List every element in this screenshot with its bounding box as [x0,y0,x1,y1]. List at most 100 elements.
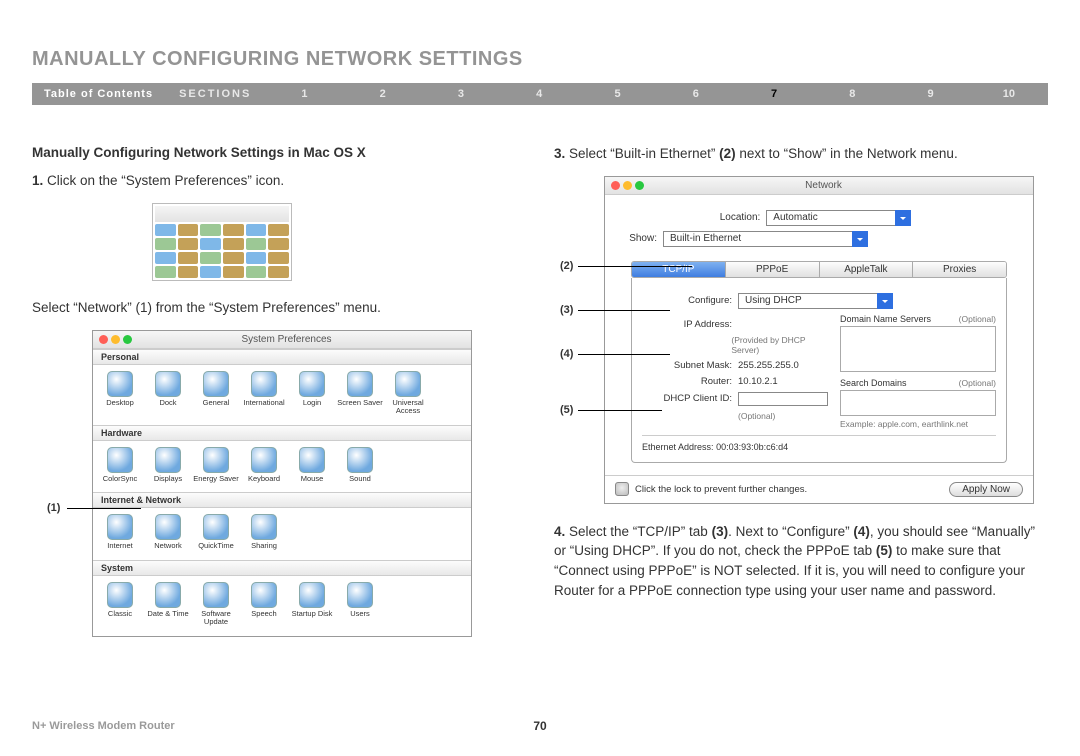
configure-select[interactable]: Using DHCP [738,293,878,309]
left-column: Manually Configuring Network Settings in… [32,145,526,637]
lock-text: Click the lock to prevent further change… [635,484,807,495]
tab-pppoe[interactable]: PPPoE [726,262,820,277]
pref-quicktime[interactable]: QuickTime [193,514,239,550]
pref-displays[interactable]: Displays [145,447,191,483]
pref-network[interactable]: Network [145,514,191,550]
pref-dock[interactable]: Dock [145,371,191,415]
section-2[interactable]: 2 [344,88,422,100]
lbl: General [203,399,230,407]
network-titlebar: Network [605,177,1033,195]
page-title: MANUALLY CONFIGURING NETWORK SETTINGS [32,48,1048,71]
lbl: Sharing [251,542,277,550]
screensaver-icon [347,371,373,397]
section-1[interactable]: 1 [265,88,343,100]
tab-proxies[interactable]: Proxies [913,262,1006,277]
tab-tcpip[interactable]: TCP/IP [632,262,726,277]
pref-login[interactable]: Login [289,371,335,415]
pref-screensaver[interactable]: Screen Saver [337,371,383,415]
section-7[interactable]: 7 [735,88,813,100]
pref-general[interactable]: General [193,371,239,415]
toc-link[interactable]: Table of Contents [32,88,165,100]
pref-sharing[interactable]: Sharing [241,514,287,550]
tab-appletalk[interactable]: AppleTalk [820,262,914,277]
t: (5) [876,543,893,558]
pref-energy[interactable]: Energy Saver [193,447,239,483]
syspref-title: System Preferences [135,334,438,345]
quicktime-icon [203,514,229,540]
apply-now-button[interactable]: Apply Now [949,482,1023,497]
zoom-icon[interactable] [635,181,644,190]
pref-desktop[interactable]: Desktop [97,371,143,415]
section-9[interactable]: 9 [891,88,969,100]
desktop-icon [107,371,133,397]
step-1-text: Click on the “System Preferences” icon. [43,173,284,188]
close-icon[interactable] [611,181,620,190]
lock-row: Click the lock to prevent further change… [605,475,1033,503]
group-internet: Internet & Network [93,492,471,508]
configure-label: Configure: [642,295,732,306]
pref-international[interactable]: International [241,371,287,415]
lbl: Software Update [193,610,239,626]
section-6[interactable]: 6 [657,88,735,100]
pref-colorsync[interactable]: ColorSync [97,447,143,483]
pref-datetime[interactable]: Date & Time [145,582,191,626]
dhcp-input[interactable] [738,392,828,406]
lbl: Startup Disk [292,610,333,618]
pref-speech[interactable]: Speech [241,582,287,626]
location-select[interactable]: Automatic [766,210,896,226]
pref-classic[interactable]: Classic [97,582,143,626]
dhcp-label: DHCP Client ID: [642,393,732,404]
network-tabs: TCP/IP PPPoE AppleTalk Proxies [631,261,1007,278]
classic-icon [107,582,133,608]
chevron-down-icon [852,231,868,247]
section-8[interactable]: 8 [813,88,891,100]
close-icon[interactable] [99,335,108,344]
section-3[interactable]: 3 [422,88,500,100]
group-hardware: Hardware [93,425,471,441]
lbl: Date & Time [147,610,188,618]
show-value: Built-in Ethernet [670,233,741,244]
zoom-icon[interactable] [123,335,132,344]
pref-internet[interactable]: Internet [97,514,143,550]
section-4[interactable]: 4 [500,88,578,100]
configure-value: Using DHCP [745,295,802,306]
pref-universal[interactable]: Universal Access [385,371,431,415]
system-preferences-thumbnail [152,203,292,281]
pref-keyboard[interactable]: Keyboard [241,447,287,483]
section-5[interactable]: 5 [578,88,656,100]
users-icon [347,582,373,608]
row-hardware: ColorSync Displays Energy Saver Keyboard… [93,441,471,493]
speech-icon [251,582,277,608]
lbl: Dock [159,399,176,407]
sound-icon [347,447,373,473]
dns-input[interactable] [840,326,996,372]
router-label: Router: [642,376,732,387]
search-input[interactable] [840,390,996,416]
lbl: Energy Saver [193,475,238,483]
callout-3: (3) [560,304,573,316]
tcpip-pane: Configure: Using DHCP IP Address: (Provi… [631,278,1007,463]
lock-icon[interactable] [615,482,629,496]
callout-5: (5) [560,404,573,416]
minimize-icon[interactable] [623,181,632,190]
pref-users[interactable]: Users [337,582,383,626]
section-10[interactable]: 10 [970,88,1048,100]
pref-startup[interactable]: Startup Disk [289,582,335,626]
minimize-icon[interactable] [111,335,120,344]
t: Select “Built-in Ethernet” [565,146,719,161]
lbl: Displays [154,475,182,483]
pref-mouse[interactable]: Mouse [289,447,335,483]
show-select[interactable]: Built-in Ethernet [663,231,853,247]
pref-software[interactable]: Software Update [193,582,239,626]
network-window: Network Location: Automatic Show: Built-… [604,176,1034,504]
syspref-titlebar: System Preferences [93,331,471,349]
dns-opt: (Optional) [959,314,996,324]
colorsync-icon [107,447,133,473]
show-label: Show: [619,233,657,244]
row-system: Classic Date & Time Software Update Spee… [93,576,471,636]
dock-icon [155,371,181,397]
ethernet-address-row: Ethernet Address: 00:03:93:0b:c6:d4 [642,435,996,452]
pref-sound[interactable]: Sound [337,447,383,483]
router-value: 10.10.2.1 [738,376,778,387]
lbl: International [243,399,284,407]
